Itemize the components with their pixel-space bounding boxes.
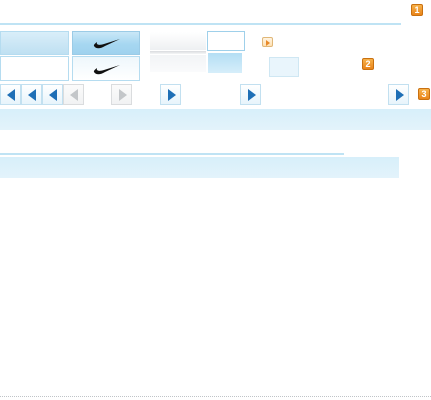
- swoosh-tile-active[interactable]: [72, 31, 140, 55]
- gradient-button-bottom[interactable]: [150, 55, 206, 72]
- arrow-right-icon: [247, 88, 256, 101]
- footer-dotted-divider: [0, 396, 431, 397]
- swoosh-tile[interactable]: [72, 56, 140, 81]
- nav-button-next-3[interactable]: [388, 84, 409, 105]
- content-band: [0, 157, 399, 178]
- tile-normal[interactable]: [0, 56, 69, 81]
- arrow-left-icon: [48, 88, 57, 101]
- header-band: [0, 109, 431, 130]
- gradient-button-top[interactable]: [150, 32, 206, 50]
- nav-button-prev-3[interactable]: [42, 84, 63, 105]
- arrow-right-icon: [167, 88, 176, 101]
- nav-button-next-disabled[interactable]: [111, 84, 132, 105]
- arrow-right-icon: [395, 88, 404, 101]
- nav-button-next-2[interactable]: [240, 84, 261, 105]
- play-icon[interactable]: [262, 37, 273, 47]
- selected-box[interactable]: [207, 31, 245, 51]
- badge-3: 3: [418, 88, 430, 100]
- nav-button-prev-disabled[interactable]: [63, 84, 84, 105]
- gradient-divider: [150, 51, 206, 54]
- tile-hover[interactable]: [0, 31, 69, 55]
- nav-button-prev-1[interactable]: [0, 84, 21, 105]
- badge-1: 1: [411, 4, 423, 16]
- nav-button-prev-2[interactable]: [21, 84, 42, 105]
- pale-box[interactable]: [269, 57, 299, 77]
- top-rule: [0, 23, 401, 25]
- arrow-left-icon: [69, 88, 78, 101]
- swoosh-logo-icon: [93, 39, 120, 49]
- swoosh-logo-icon: [93, 65, 120, 75]
- blue-fill-box[interactable]: [208, 53, 242, 73]
- arrow-right-icon: [118, 88, 127, 101]
- arrow-left-icon: [6, 88, 15, 101]
- nav-button-next-1[interactable]: [160, 84, 181, 105]
- badge-2: 2: [362, 58, 374, 70]
- arrow-left-icon: [27, 88, 36, 101]
- section-rule: [0, 153, 344, 155]
